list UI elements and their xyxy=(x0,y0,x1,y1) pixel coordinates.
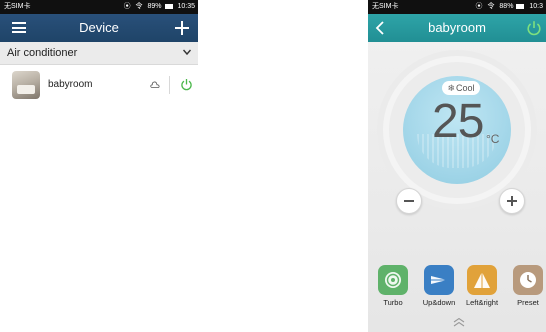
chevron-down-icon xyxy=(183,49,191,56)
carrier-label: 无SIM卡 xyxy=(372,3,399,10)
wifi-icon: 令 xyxy=(135,3,143,10)
leftright-swing-icon xyxy=(474,272,490,288)
signal-icon: ⦿ xyxy=(123,3,131,10)
turbo-button[interactable] xyxy=(378,265,408,295)
device-row-babyroom[interactable]: babyroom xyxy=(0,71,198,101)
header-bar: babyroom xyxy=(368,14,546,42)
updown-label: Up&down xyxy=(422,298,456,307)
mode-label: Cool xyxy=(456,83,475,93)
battery-icon xyxy=(516,3,525,9)
decrease-temperature-button[interactable] xyxy=(396,188,422,214)
status-icons: ⦿ 令 89% 10:35 xyxy=(121,0,195,14)
preset-label: Preset xyxy=(517,298,539,307)
increase-temperature-button[interactable] xyxy=(499,188,525,214)
chevron-up-icon[interactable] xyxy=(452,317,466,327)
clock-time: 10:35 xyxy=(177,3,195,10)
divider xyxy=(169,76,170,94)
updown-swing-button[interactable] xyxy=(424,265,454,295)
category-label: Air conditioner xyxy=(7,47,78,59)
status-icons: ⦿ 令 88% 10:3 xyxy=(473,0,544,14)
updown-swing-icon xyxy=(431,276,447,284)
temperature-unit: °C xyxy=(486,132,500,146)
leftright-swing-button[interactable] xyxy=(467,265,497,295)
status-bar: 无SIM卡 ⦿ 令 88% 10:3 xyxy=(368,0,546,14)
carrier-label: 无SIM卡 xyxy=(4,3,31,10)
battery-percent: 89% xyxy=(147,3,162,10)
power-icon[interactable] xyxy=(526,20,542,36)
turbo-label: Turbo xyxy=(383,298,403,307)
page-title: Device xyxy=(79,20,119,35)
category-air-conditioner[interactable]: Air conditioner xyxy=(0,42,198,65)
battery-percent: 88% xyxy=(499,3,514,10)
header-bar: Device xyxy=(0,14,198,42)
snowflake-icon: ❄ xyxy=(447,83,456,93)
leftright-label: Left&right xyxy=(465,298,499,307)
device-thumbnail xyxy=(12,71,40,99)
page-title: babyroom xyxy=(428,20,486,35)
cloud-icon xyxy=(150,81,160,88)
wifi-icon: 令 xyxy=(487,3,495,10)
preset-timer-button[interactable] xyxy=(513,265,543,295)
device-name: babyroom xyxy=(48,79,93,90)
device-list-screen: 无SIM卡 ⦿ 令 89% 10:35 Device Air condition… xyxy=(0,0,198,332)
clock-icon xyxy=(520,272,536,288)
power-icon[interactable] xyxy=(180,78,193,91)
mode-indicator[interactable]: ❄Cool xyxy=(442,81,480,95)
turbo-fan-icon xyxy=(385,272,401,288)
signal-icon: ⦿ xyxy=(475,3,483,10)
add-device-button[interactable] xyxy=(172,18,192,38)
clock-time: 10:3 xyxy=(529,3,543,10)
temperature-value: 25 xyxy=(432,95,484,148)
battery-icon xyxy=(164,3,173,9)
ac-control-screen: 无SIM卡 ⦿ 令 88% 10:3 babyroom ❄Cool 25 °C xyxy=(368,0,546,332)
status-bar: 无SIM卡 ⦿ 令 89% 10:35 xyxy=(0,0,198,14)
